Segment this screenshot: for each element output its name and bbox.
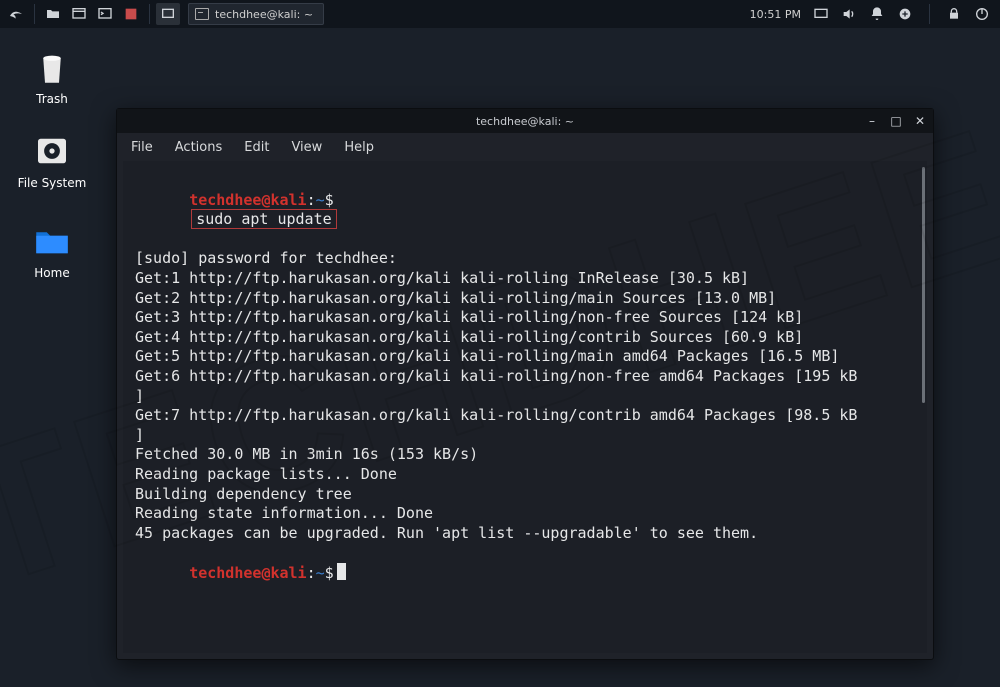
terminal-mini-icon xyxy=(195,8,209,20)
terminal-body[interactable]: techdhee@kali:~$ sudo apt update [sudo] … xyxy=(123,161,927,653)
prompt-host: kali xyxy=(270,564,306,582)
window-maximize-button[interactable]: □ xyxy=(889,114,903,128)
menu-view[interactable]: View xyxy=(291,140,322,155)
menu-file[interactable]: File xyxy=(131,140,153,155)
prompt-user: techdhee xyxy=(189,564,261,582)
cursor-icon xyxy=(337,563,346,580)
app-launcher-icon[interactable] xyxy=(119,3,143,25)
prompt-path: ~ xyxy=(316,564,325,582)
workspace-switcher-icon[interactable] xyxy=(156,3,180,25)
terminal-window: techdhee@kali: ~ – □ ✕ File Actions Edit… xyxy=(116,108,934,660)
prompt-user: techdhee xyxy=(189,191,261,209)
terminal-line: techdhee@kali:~$ sudo apt update xyxy=(135,171,915,249)
terminal-launcher-icon[interactable] xyxy=(93,3,117,25)
menu-actions[interactable]: Actions xyxy=(175,140,223,155)
separator xyxy=(929,4,930,24)
notifications-icon[interactable] xyxy=(869,6,885,22)
terminal-line: Fetched 30.0 MB in 3min 16s (153 kB/s) xyxy=(135,445,915,465)
terminal-line: Get:3 http://ftp.harukasan.org/kali kali… xyxy=(135,308,915,328)
taskbar-window-button[interactable]: techdhee@kali: ~ xyxy=(188,3,324,25)
lock-icon[interactable] xyxy=(946,6,962,22)
terminal-line: Get:5 http://ftp.harukasan.org/kali kali… xyxy=(135,347,915,367)
folder-launcher-icon[interactable] xyxy=(41,3,65,25)
terminal-line: Reading state information... Done xyxy=(135,504,915,524)
terminal-line: 45 packages can be upgraded. Run 'apt li… xyxy=(135,524,915,544)
window-titlebar[interactable]: techdhee@kali: ~ – □ ✕ xyxy=(117,109,933,133)
terminal-line: [sudo] password for techdhee: xyxy=(135,249,915,269)
prompt-host: kali xyxy=(270,191,306,209)
desktop-icon-home[interactable]: Home xyxy=(12,220,92,280)
clock[interactable]: 10:51 PM xyxy=(750,8,801,21)
terminal-line: ] xyxy=(135,426,915,446)
trash-icon xyxy=(31,46,73,88)
taskbar-launchers: techdhee@kali: ~ xyxy=(0,3,324,25)
terminal-line: Reading package lists... Done xyxy=(135,465,915,485)
folder-icon xyxy=(31,220,73,262)
menu-help[interactable]: Help xyxy=(344,140,374,155)
terminal-line: Get:2 http://ftp.harukasan.org/kali kali… xyxy=(135,289,915,309)
disk-icon xyxy=(31,130,73,172)
terminal-line: Building dependency tree xyxy=(135,485,915,505)
power-icon[interactable] xyxy=(974,6,990,22)
terminal-menubar: File Actions Edit View Help xyxy=(117,133,933,161)
desktop-icon-label: File System xyxy=(12,176,92,190)
taskbar: techdhee@kali: ~ 10:51 PM xyxy=(0,0,1000,28)
terminal-line: ] xyxy=(135,387,915,407)
browser-launcher-icon[interactable] xyxy=(67,3,91,25)
network-icon[interactable] xyxy=(897,6,913,22)
prompt-dollar: $ xyxy=(325,564,334,582)
desktop-icon-filesystem[interactable]: File System xyxy=(12,130,92,190)
prompt-path: ~ xyxy=(316,191,325,209)
window-minimize-button[interactable]: – xyxy=(865,114,879,128)
system-tray: 10:51 PM xyxy=(750,4,1000,24)
terminal-line: Get:6 http://ftp.harukasan.org/kali kali… xyxy=(135,367,915,387)
terminal-line: Get:7 http://ftp.harukasan.org/kali kali… xyxy=(135,406,915,426)
desktop-icon-label: Home xyxy=(12,266,92,280)
prompt-colon: : xyxy=(307,191,316,209)
prompt-colon: : xyxy=(307,564,316,582)
terminal-line: Get:1 http://ftp.harukasan.org/kali kali… xyxy=(135,269,915,289)
window-close-button[interactable]: ✕ xyxy=(913,114,927,128)
terminal-scrollbar[interactable] xyxy=(922,167,925,403)
desktop-icon-trash[interactable]: Trash xyxy=(12,46,92,106)
desktop-icon-label: Trash xyxy=(12,92,92,106)
highlighted-command: sudo apt update xyxy=(191,209,336,229)
separator xyxy=(34,4,35,24)
menu-edit[interactable]: Edit xyxy=(244,140,269,155)
window-title: techdhee@kali: ~ xyxy=(476,115,574,128)
volume-icon[interactable] xyxy=(841,6,857,22)
separator xyxy=(149,4,150,24)
prompt-dollar: $ xyxy=(325,191,334,209)
terminal-line: Get:4 http://ftp.harukasan.org/kali kali… xyxy=(135,328,915,348)
terminal-line: techdhee@kali:~$ xyxy=(135,543,915,603)
taskbar-window-label: techdhee@kali: ~ xyxy=(215,8,313,21)
display-icon[interactable] xyxy=(813,6,829,22)
kali-menu-icon[interactable] xyxy=(4,3,28,25)
